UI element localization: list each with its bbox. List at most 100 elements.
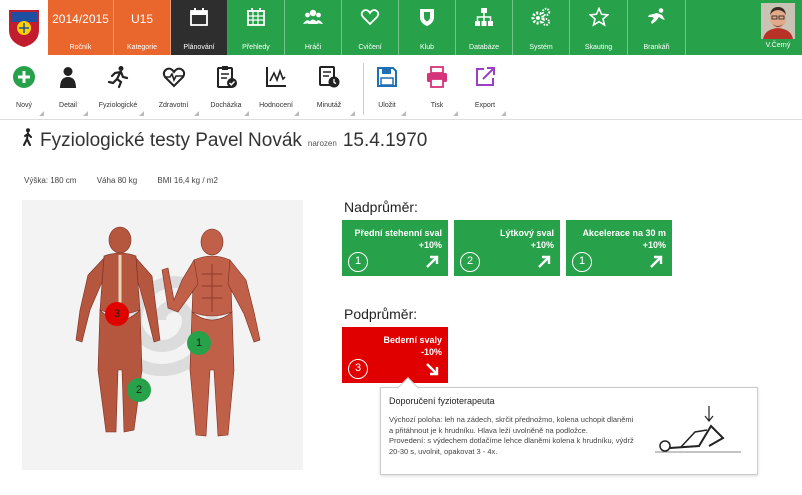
evaluation-button[interactable]: Hodnocení xyxy=(251,55,301,120)
nav-prehledy[interactable]: Přehledy xyxy=(228,0,285,55)
weight-value: Váha 80 kg xyxy=(96,176,138,185)
arrow-up-right-icon xyxy=(426,255,439,268)
print-button[interactable]: Tisk xyxy=(414,55,460,120)
muscle-marker-2[interactable]: 2 xyxy=(127,378,151,402)
card-number: 1 xyxy=(348,252,368,272)
result-card-lower-back[interactable]: Bederní svaly -10% 3 xyxy=(342,327,448,383)
dropdown-corner-icon xyxy=(453,111,458,116)
dropdown-corner-icon xyxy=(194,111,199,116)
below-average-heading: Podprůměr: xyxy=(344,306,418,322)
save-button[interactable]: Uložit xyxy=(366,55,408,120)
person-icon xyxy=(60,67,76,88)
category-value: U15 xyxy=(130,12,153,26)
nav-label: Klub xyxy=(419,44,434,51)
toolbar: Nový Detail Fyziologické Zdravotní Dochá… xyxy=(0,55,802,120)
nav-brankari[interactable]: Brankáři xyxy=(628,0,686,55)
physiology-button[interactable]: Fyziologické xyxy=(90,55,146,120)
walking-person-icon xyxy=(23,128,32,146)
popup-title: Doporučení fyzioterapeuta xyxy=(389,396,495,406)
sitemap-icon xyxy=(475,8,493,26)
new-button[interactable]: Nový xyxy=(2,55,46,120)
muscle-marker-1[interactable]: 1 xyxy=(187,331,211,355)
nav-databaze[interactable]: Databáze xyxy=(456,0,513,55)
category-selector[interactable]: U15 Kategorie xyxy=(114,0,171,55)
arrow-up-right-icon xyxy=(650,255,663,268)
nav-planovani[interactable]: Plánování xyxy=(171,0,228,55)
card-name: Akcelerace na 30 m xyxy=(582,228,666,238)
nav-label: Přehledy xyxy=(242,44,270,51)
club-logo[interactable] xyxy=(0,0,48,55)
toolbar-label: Tisk xyxy=(430,102,444,109)
popup-execution: Provedení: s výdechem dotlačíme lehce dl… xyxy=(389,436,634,456)
toolbar-label: Hodnocení xyxy=(259,102,293,109)
star-icon xyxy=(588,7,609,27)
player-stats: Výška: 180 cm Váha 80 kg BMI 16,4 kg / m… xyxy=(24,176,236,185)
export-icon xyxy=(476,67,495,86)
dropdown-corner-icon xyxy=(139,111,144,116)
grid-calendar-icon xyxy=(247,8,265,26)
physio-recommendation-popup: Doporučení fyzioterapeuta Výchozí poloha… xyxy=(380,377,758,475)
heartbeat-icon xyxy=(162,67,185,88)
print-icon xyxy=(427,66,447,88)
toolbar-label: Fyziologické xyxy=(98,102,138,109)
born-label: narozen xyxy=(307,139,337,148)
nav-klub[interactable]: Klub xyxy=(399,0,456,55)
card-number: 3 xyxy=(348,359,368,379)
health-button[interactable]: Zdravotní xyxy=(146,55,201,120)
nav-label: Plánování xyxy=(183,44,215,51)
above-average-heading: Nadprůměr: xyxy=(344,199,418,215)
line-chart-icon xyxy=(266,67,286,87)
season-label: Ročník xyxy=(69,44,92,51)
nav-label: Databáze xyxy=(469,44,499,51)
minutes-button[interactable]: Minutáž xyxy=(301,55,357,120)
anatomy-panel: 3 1 2 xyxy=(22,200,303,470)
born-date: 15.4.1970 xyxy=(342,130,428,151)
season-value: 2014/2015 xyxy=(52,12,109,26)
anatomy-figure-image xyxy=(75,226,261,437)
calendar-icon xyxy=(190,8,208,26)
nav-hraci[interactable]: Hráči xyxy=(285,0,342,55)
attendance-button[interactable]: Docházka xyxy=(201,55,251,120)
page-title: Fyziologické testy Pavel Novák narozen 1… xyxy=(22,128,427,152)
card-percent: -10% xyxy=(420,347,442,357)
bmi-value: BMI 16,4 kg / m2 xyxy=(157,176,218,185)
season-selector[interactable]: 2014/2015 Ročník xyxy=(48,0,114,55)
dropdown-corner-icon xyxy=(401,111,406,116)
toolbar-label: Minutáž xyxy=(316,102,342,109)
toolbar-label: Docházka xyxy=(210,102,242,109)
card-name: Bederní svaly xyxy=(383,335,442,345)
card-name: Lýtkový sval xyxy=(499,228,554,238)
clock-doc-icon xyxy=(319,66,340,88)
avatar xyxy=(761,3,795,39)
user-profile[interactable]: V.Černý xyxy=(754,0,802,55)
goalkeeper-icon xyxy=(647,8,665,24)
dropdown-corner-icon xyxy=(501,111,506,116)
dropdown-corner-icon xyxy=(39,111,44,116)
export-button[interactable]: Export xyxy=(462,55,508,120)
dropdown-corner-icon xyxy=(83,111,88,116)
nav-label: Hráči xyxy=(304,44,322,51)
nav-label: Skauting xyxy=(584,44,613,51)
exercise-illustration-image xyxy=(655,406,741,453)
card-number: 2 xyxy=(460,252,480,272)
result-card-front-thigh[interactable]: Přední stehenní sval +10% 1 xyxy=(342,220,448,276)
arrow-down-right-icon xyxy=(426,363,439,376)
popup-start-position: Výchozí poloha: leh na zádech, skrčit př… xyxy=(389,415,634,435)
card-number: 1 xyxy=(572,252,592,272)
result-card-acceleration[interactable]: Akcelerace na 30 m +10% 1 xyxy=(566,220,672,276)
muscle-marker-3[interactable]: 3 xyxy=(105,302,129,326)
toolbar-label: Export xyxy=(474,102,496,109)
nav-skauting[interactable]: Skauting xyxy=(570,0,628,55)
category-label: Kategorie xyxy=(127,44,157,51)
shield-icon xyxy=(420,9,434,26)
nav-cviceni[interactable]: Cvičení xyxy=(342,0,399,55)
gears-icon xyxy=(531,7,551,26)
nav-system[interactable]: Systém xyxy=(513,0,570,55)
result-card-calf[interactable]: Lýtkový sval +10% 2 xyxy=(454,220,560,276)
nav-label: Cvičení xyxy=(358,44,382,51)
nav-label: Systém xyxy=(529,44,553,51)
detail-button[interactable]: Detail xyxy=(46,55,90,120)
nav-label: Brankáři xyxy=(643,44,670,51)
top-navigation: 2014/2015 Ročník U15 Kategorie Plánování… xyxy=(0,0,802,55)
clipboard-check-icon xyxy=(217,66,237,88)
